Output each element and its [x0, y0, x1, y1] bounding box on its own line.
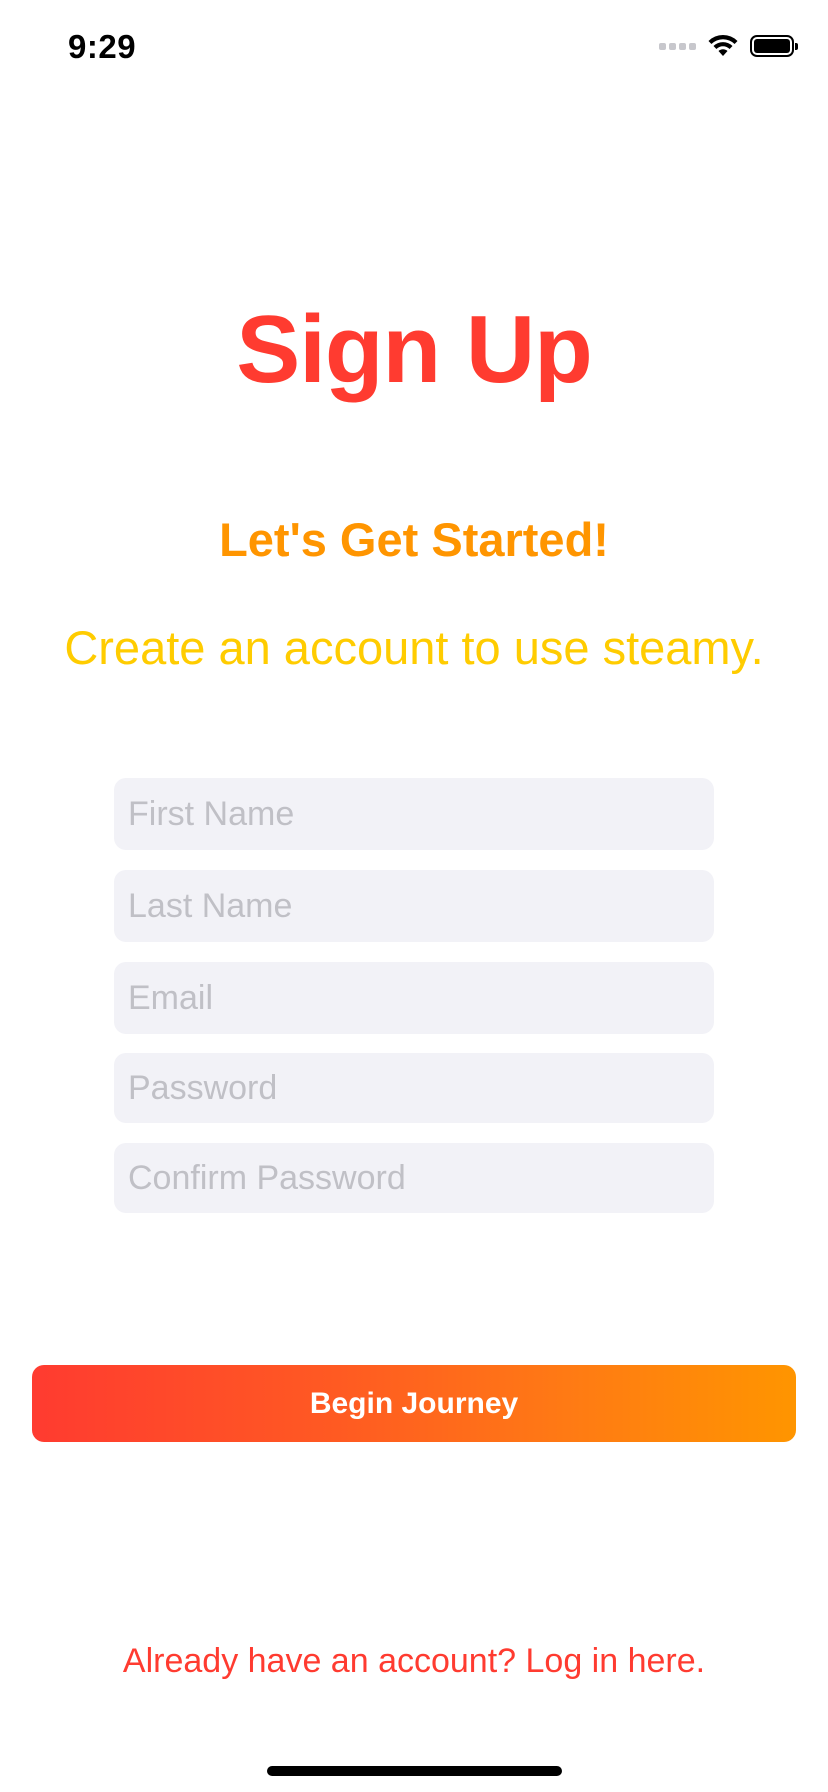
- home-indicator: [267, 1766, 562, 1776]
- cellular-signal-icon: [659, 42, 696, 50]
- email-field[interactable]: [114, 962, 714, 1034]
- status-bar-time: 9:29: [68, 28, 137, 65]
- page-subtitle: Let's Get Started!: [219, 513, 609, 566]
- wifi-icon: [708, 34, 738, 56]
- signup-screen: 9:29 Sign Up Let's Get Started! Create a…: [0, 0, 828, 1792]
- last-name-field[interactable]: [114, 870, 714, 942]
- password-field[interactable]: [114, 1053, 714, 1123]
- login-link[interactable]: Already have an account? Log in here.: [0, 1642, 828, 1681]
- begin-journey-button[interactable]: Begin Journey: [32, 1365, 796, 1442]
- first-name-field[interactable]: [114, 778, 714, 850]
- page-title: Sign Up: [236, 296, 593, 403]
- confirm-password-field[interactable]: [114, 1143, 714, 1213]
- page-tagline: Create an account to use steamy.: [64, 621, 764, 674]
- status-bar-icons: [659, 34, 798, 58]
- battery-icon: [750, 35, 798, 57]
